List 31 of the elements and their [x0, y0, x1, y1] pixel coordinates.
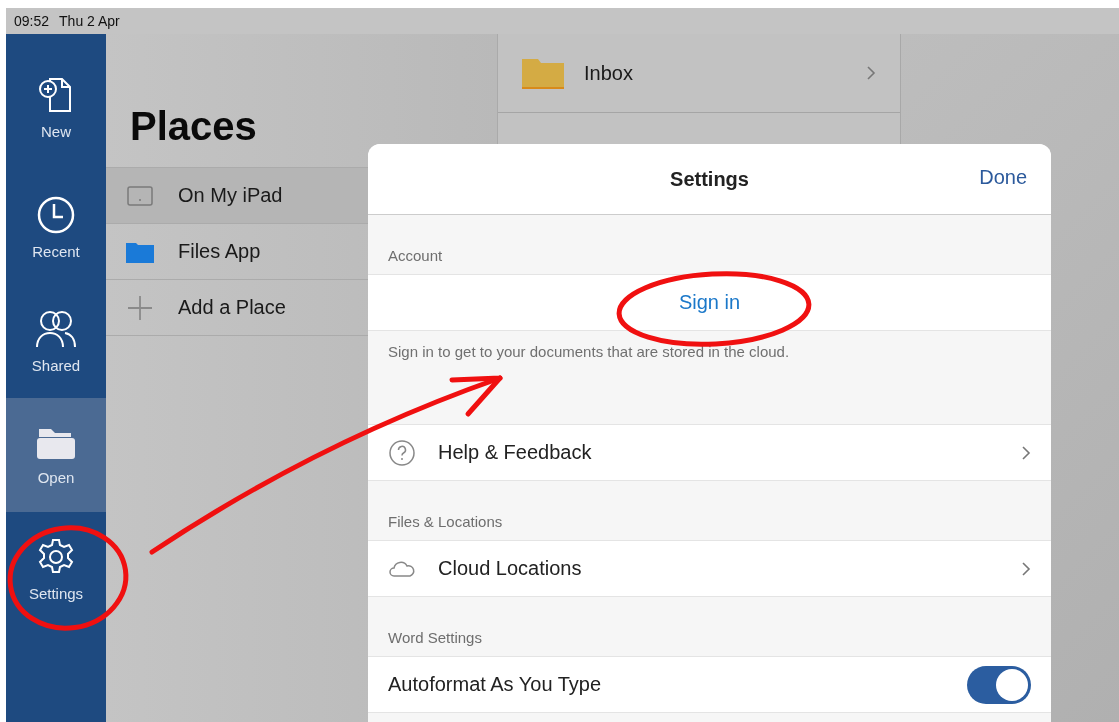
done-button[interactable]: Done: [979, 166, 1027, 189]
section-header: Word Settings: [387, 628, 483, 648]
section-header: Account: [387, 246, 444, 266]
sidebar-item[interactable]: Recent: [6, 170, 106, 284]
status-date: Thu 2 Apr: [59, 13, 120, 29]
clock-icon: [36, 194, 76, 235]
settings-row[interactable]: Help & Feedback: [368, 424, 1051, 481]
section-footnote: Sign in to get to your documents that are stored in the cloud.: [387, 342, 791, 360]
sign-in-button[interactable]: Sign in: [678, 291, 741, 314]
tablet-icon: [126, 185, 154, 206]
sidebar-item[interactable]: New: [6, 74, 106, 170]
dialog-title: Settings: [670, 167, 749, 191]
plus-icon: [126, 294, 154, 321]
folder-icon: [126, 240, 154, 263]
places-title: Places: [130, 104, 258, 149]
help-icon: [388, 438, 416, 467]
cloud-icon: [388, 559, 416, 578]
folder-item[interactable]: Inbox: [498, 34, 900, 113]
sidebar-item[interactable]: Open: [6, 398, 106, 512]
chevron-icon: [1021, 560, 1031, 577]
folder-icon: [522, 57, 564, 89]
chevron-icon: [1021, 444, 1031, 461]
section-header: Files & Locations: [387, 512, 504, 532]
sidebar-item[interactable]: Settings: [6, 512, 106, 626]
settings-row[interactable]: Cloud Locations: [368, 540, 1051, 597]
status-time: 09:52: [14, 13, 50, 29]
setting-label: Autoformat As You Type: [388, 673, 603, 696]
people-icon: [34, 308, 78, 349]
toggle-switch[interactable]: [967, 665, 1031, 704]
chevron-icon: [866, 65, 876, 81]
sidebar-item[interactable]: Shared: [6, 284, 106, 398]
